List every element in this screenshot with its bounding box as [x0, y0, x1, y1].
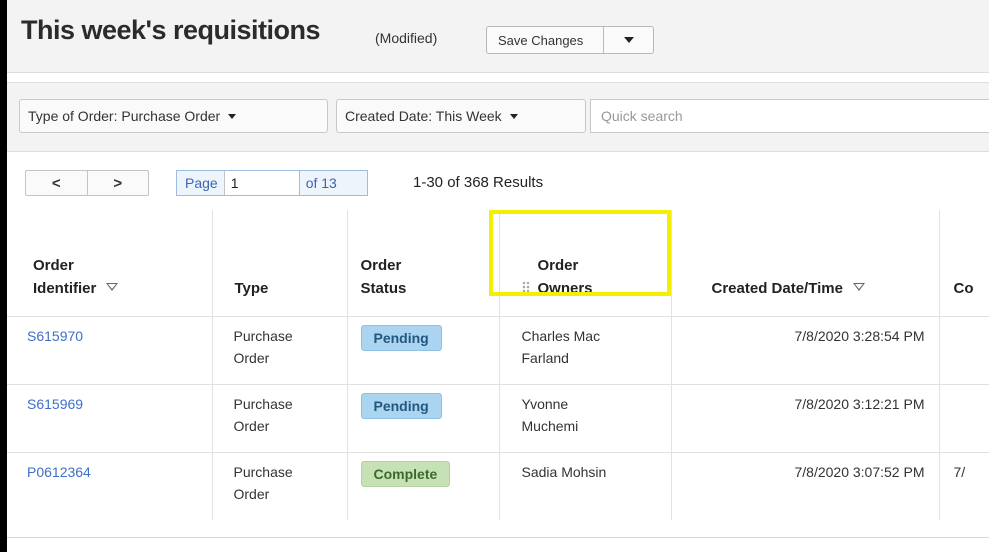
status-cell: Pending	[347, 384, 500, 453]
chevron-right-icon: >	[113, 174, 123, 192]
created-date-cell: 7/8/2020 3:07:52 PM	[671, 452, 940, 520]
column-header-type[interactable]: Type	[212, 210, 348, 317]
previous-page-button[interactable]: <	[26, 171, 88, 195]
drag-handle-icon[interactable]	[521, 281, 530, 294]
column-header-created-date[interactable]: Created Date/Time	[671, 210, 940, 317]
type-of-order-filter[interactable]: Type of Order: Purchase Order	[19, 99, 328, 133]
column-header-order-identifier[interactable]: Order Identifier	[7, 210, 213, 317]
column-header-label: Type	[234, 280, 269, 297]
save-options-dropdown[interactable]	[604, 27, 653, 53]
type-text: Order	[233, 350, 270, 366]
column-header-label: Created Date/Time	[711, 280, 843, 297]
status-badge: Pending	[360, 393, 442, 419]
save-changes-button[interactable]: Save Changes	[487, 27, 604, 53]
truncated-cell	[939, 316, 989, 385]
table-header-row: Order Identifier Type Order Status Order…	[7, 210, 989, 317]
owner-text: Sadia Mohsin	[521, 464, 607, 480]
owner-text: Farland	[521, 350, 569, 366]
column-header-label: Status	[360, 280, 407, 297]
requisitions-table: Order Identifier Type Order Status Order…	[7, 210, 989, 520]
created-date-filter-label: Created Date: This Week	[345, 108, 502, 124]
column-header-label: Identifier	[33, 280, 97, 297]
row-divider	[7, 537, 989, 538]
order-id-cell: P0612364	[7, 452, 213, 520]
type-text: Purchase	[233, 464, 293, 480]
type-text: Purchase	[233, 328, 293, 344]
owner-text: Muchemi	[521, 418, 579, 434]
type-cell: Purchase Order	[212, 316, 348, 385]
column-header-label: Owners	[537, 280, 593, 297]
column-header-label: Co	[953, 280, 974, 297]
sort-desc-icon[interactable]	[852, 283, 865, 291]
column-header-order-status[interactable]: Order Status	[347, 210, 500, 317]
page-nav-buttons: < >	[25, 170, 149, 196]
table-row[interactable]: S615970 Purchase Order Pending Charles Ma…	[7, 316, 989, 385]
status-badge: Complete	[360, 461, 451, 487]
type-of-order-filter-label: Type of Order: Purchase Order	[28, 108, 221, 124]
table-row[interactable]: P0612364 Purchase Order Complete Sadia Mo…	[7, 452, 989, 520]
status-cell: Pending	[347, 316, 500, 385]
type-cell: Purchase Order	[212, 452, 348, 520]
caret-down-icon	[623, 37, 634, 43]
quick-search-input[interactable]	[590, 99, 989, 133]
truncated-cell	[939, 384, 989, 453]
type-text: Order	[233, 418, 270, 434]
order-id-link[interactable]: P0612364	[27, 464, 91, 480]
page-count-label: of 13	[305, 175, 337, 191]
caret-down-icon	[509, 113, 518, 119]
save-changes-split-button: Save Changes	[486, 26, 654, 54]
status-badge: Pending	[360, 325, 442, 351]
caret-down-icon	[228, 113, 237, 119]
order-id-link[interactable]: S615970	[27, 328, 83, 344]
order-id-link[interactable]: S615969	[27, 396, 83, 412]
owner-text: Yvonne	[521, 396, 569, 412]
type-text: Purchase	[233, 396, 293, 412]
app-window: This week's requisitions (Modified) Save…	[7, 0, 989, 552]
created-date-cell: 7/8/2020 3:28:54 PM	[671, 316, 940, 385]
column-header-label: Order	[360, 257, 402, 274]
chevron-left-icon: <	[51, 174, 61, 192]
next-page-button[interactable]: >	[88, 171, 149, 195]
pagination-bar: < > Page of 13 1-30 of 368 Results	[7, 150, 989, 210]
modified-indicator: (Modified)	[375, 30, 438, 46]
type-text: Order	[233, 486, 270, 502]
sort-desc-icon[interactable]	[106, 283, 119, 291]
owner-cell: Sadia Mohsin	[499, 452, 672, 520]
page-title: This week's requisitions	[21, 15, 321, 45]
type-cell: Purchase Order	[212, 384, 348, 453]
owner-text: Charles Mac	[521, 328, 601, 344]
table-row[interactable]: S615969 Purchase Order Pending Yvonne Much…	[7, 384, 989, 453]
page-selector: Page of 13	[176, 170, 368, 196]
order-id-cell: S615970	[7, 316, 213, 385]
page-label: Page	[185, 175, 218, 191]
column-header-truncated[interactable]: Co	[939, 210, 989, 317]
created-date-filter[interactable]: Created Date: This Week	[336, 99, 586, 133]
created-date-cell: 7/8/2020 3:12:21 PM	[671, 384, 940, 453]
truncated-cell: 7/	[939, 452, 989, 520]
status-cell: Complete	[347, 452, 500, 520]
title-bar: This week's requisitions (Modified) Save…	[7, 0, 989, 73]
column-header-label: Order	[33, 257, 74, 274]
column-header-label: Order	[537, 257, 579, 274]
order-id-cell: S615969	[7, 384, 213, 453]
filter-bar: Type of Order: Purchase Order Created Da…	[7, 82, 989, 152]
column-header-order-owners[interactable]: Order Owners	[499, 210, 672, 317]
owner-cell: Yvonne Muchemi	[499, 384, 672, 453]
results-count: 1-30 of 368 Results	[413, 174, 544, 191]
owner-cell: Charles Mac Farland	[499, 316, 672, 385]
page-number-input[interactable]	[223, 171, 300, 195]
